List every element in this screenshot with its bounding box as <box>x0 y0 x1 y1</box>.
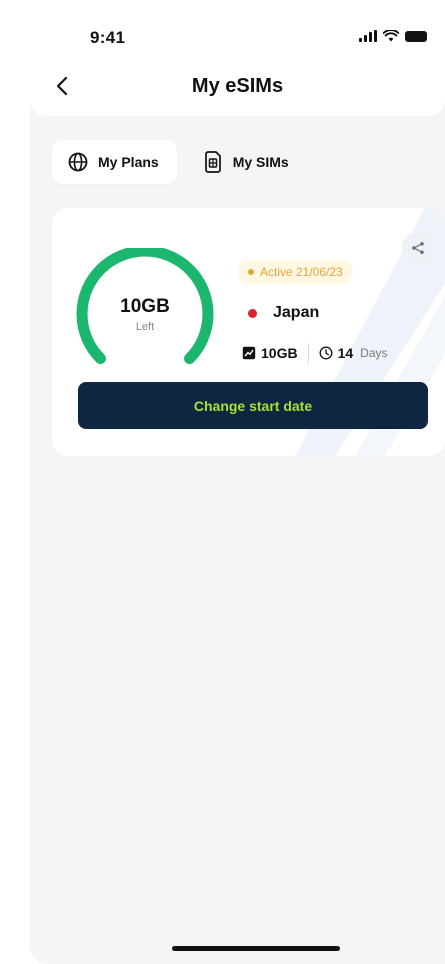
validity-days: 14 Days <box>319 345 388 361</box>
days-value: 14 <box>337 345 354 361</box>
tab-bar: My Plans My SIMs <box>52 140 307 184</box>
phone-screen: 9:41 My eSIMs My Plans My SIMs 10GB Left… <box>30 0 445 964</box>
status-icons <box>359 30 427 42</box>
status-badge: Active 21/06/23 <box>238 260 353 284</box>
share-icon <box>412 242 424 254</box>
data-remaining-value: 10GB <box>120 296 170 317</box>
tab-label: My Plans <box>98 154 159 170</box>
header: 9:41 My eSIMs <box>30 0 445 116</box>
wifi-icon <box>383 30 399 42</box>
tab-label: My SIMs <box>232 154 289 170</box>
share-button[interactable] <box>402 232 434 264</box>
status-text: Active 21/06/23 <box>260 265 343 279</box>
home-indicator <box>172 946 340 951</box>
clock-icon <box>319 346 333 360</box>
battery-icon <box>405 30 427 42</box>
tab-my-sims[interactable]: My SIMs <box>187 140 307 184</box>
change-start-date-button[interactable]: Change start date <box>78 382 428 429</box>
tab-my-plans[interactable]: My Plans <box>52 140 177 184</box>
plan-card[interactable]: 10GB Left Active 21/06/23 Japan 10GB 14 … <box>52 208 445 456</box>
sim-card-icon <box>203 151 223 173</box>
data-chart-icon <box>242 346 256 360</box>
country-row: Japan <box>248 304 319 322</box>
divider <box>307 343 309 363</box>
plan-details: 10GB 14 Days <box>242 342 388 364</box>
japan-flag-icon <box>248 308 257 318</box>
signal-icon <box>359 30 377 42</box>
days-unit: Days <box>360 346 388 360</box>
page-title: My eSIMs <box>191 75 284 97</box>
country-name: Japan <box>273 304 320 321</box>
status-dot <box>248 269 254 275</box>
data-amount: 10GB <box>242 345 298 361</box>
data-amount-value: 10GB <box>261 345 298 361</box>
data-remaining-label: Left <box>135 321 155 333</box>
status-time: 9:41 <box>90 28 126 47</box>
globe-icon <box>68 152 88 172</box>
